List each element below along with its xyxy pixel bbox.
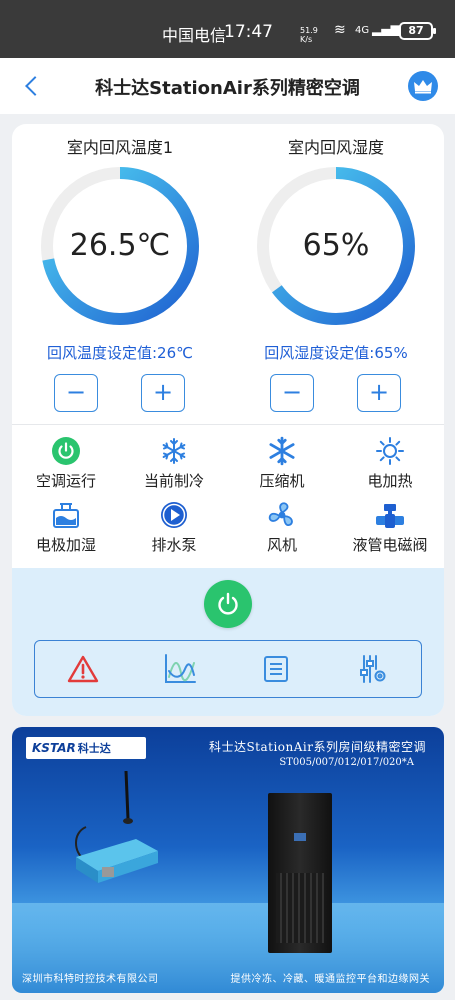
humidity-gauge: 65% — [252, 162, 420, 330]
alarm-icon — [68, 655, 99, 683]
status-label: 风机 — [266, 536, 297, 554]
settings-sliders-icon — [359, 655, 386, 683]
status-label: 压缩机 — [259, 472, 305, 490]
tool-bar — [34, 640, 422, 698]
temperature-value: 26.5℃ — [69, 228, 171, 263]
crown-icon[interactable] — [408, 71, 438, 101]
navigation-bar: 科士达StationAir系列精密空调 — [0, 58, 455, 114]
cabinet-grille — [276, 873, 324, 943]
air-conditioner-cabinet-image — [268, 793, 332, 953]
compressor-snowflake-icon — [265, 436, 299, 466]
humidity-setpoint: 回风湿度设定值:65% — [264, 344, 408, 362]
battery-indicator: 87 — [399, 22, 436, 40]
banner-model: ST005/007/012/017/020*A — [279, 757, 414, 768]
valve-icon — [373, 500, 407, 530]
banner-footer-service: 提供冷冻、冷藏、暖通监控平台和边缘网关 — [230, 974, 430, 985]
divider — [12, 424, 444, 425]
cabinet-screen — [294, 833, 306, 841]
status-electric-heater: 电加热 — [336, 436, 444, 491]
status-fan: 风机 — [228, 500, 336, 555]
power-running-icon — [49, 436, 83, 466]
wifi-icon: ≋ — [334, 22, 346, 38]
logo-text: KSTAR — [32, 741, 76, 755]
power-button[interactable] — [204, 580, 252, 628]
carrier-label: 中国电信 — [162, 26, 227, 45]
temperature-title: 室内回风温度1 — [66, 138, 174, 157]
power-icon — [218, 592, 238, 615]
humidity-value: 65% — [302, 228, 370, 263]
fan-icon — [265, 500, 299, 530]
status-bar: 中国电信 17:47 51.9 K/s ≋ 4G ▂▄▆ 87 — [0, 0, 455, 58]
temperature-gauge-block: 室内回风温度1 26.5℃ — [20, 134, 220, 330]
humidity-gauge-block: 室内回风湿度 65% — [236, 134, 436, 330]
banner-title: 科士达StationAir系列房间级精密空调 — [208, 740, 426, 754]
snowflake-icon — [157, 436, 191, 466]
status-ac-running: 空调运行 — [12, 436, 120, 491]
list-icon — [264, 656, 289, 682]
humidity-plus-button[interactable]: + — [357, 374, 401, 412]
net-speed: 51.9 K/s — [300, 26, 318, 44]
product-banner[interactable]: KSTAR 科士达 科士达StationAir系列房间级精密空调 ST005/0… — [12, 727, 444, 993]
status-label: 空调运行 — [35, 472, 96, 490]
network-type: 4G — [355, 25, 370, 36]
status-label: 排水泵 — [151, 536, 197, 554]
trend-chart-button[interactable] — [158, 647, 202, 691]
humidifier-icon — [49, 500, 83, 530]
settings-button[interactable] — [351, 647, 395, 691]
main-card: 室内回风温度1 26.5℃ 室内回风湿度 65% 回风温度设定值:26℃ 回风湿… — [12, 124, 444, 716]
status-solenoid-valve: 液管电磁阀 — [336, 500, 444, 555]
temperature-setpoint: 回风温度设定值:26℃ — [47, 344, 193, 362]
sun-heater-icon — [373, 436, 407, 466]
status-label: 电加热 — [367, 472, 413, 490]
clock-time: 17:47 — [224, 22, 273, 42]
alarm-button[interactable] — [61, 647, 105, 691]
humidity-title: 室内回风湿度 — [287, 138, 384, 157]
status-label: 电极加湿 — [35, 536, 96, 554]
signal-icon: ▂▄▆ — [372, 22, 400, 36]
page-title: 科士达StationAir系列精密空调 — [95, 78, 360, 99]
temperature-minus-button[interactable]: − — [54, 374, 98, 412]
list-button[interactable] — [254, 647, 298, 691]
control-panel — [12, 568, 444, 716]
temperature-gauge: 26.5℃ — [36, 162, 204, 330]
temperature-plus-button[interactable]: + — [141, 374, 185, 412]
trend-chart-icon — [164, 654, 196, 683]
gateway-device-image — [75, 770, 158, 883]
humidity-minus-button[interactable]: − — [270, 374, 314, 412]
status-label: 当前制冷 — [143, 472, 204, 490]
status-cooling: 当前制冷 — [120, 436, 228, 491]
kstar-logo: KSTAR 科士达 — [26, 737, 146, 759]
status-humidifier: 电极加湿 — [12, 500, 120, 555]
pump-play-icon — [157, 500, 191, 530]
status-label: 液管电磁阀 — [352, 536, 428, 554]
logo-cn: 科士达 — [77, 742, 111, 755]
status-compressor: 压缩机 — [228, 436, 336, 491]
status-drain-pump: 排水泵 — [120, 500, 228, 555]
banner-footer-company: 深圳市科特时控技术有限公司 — [22, 974, 159, 985]
